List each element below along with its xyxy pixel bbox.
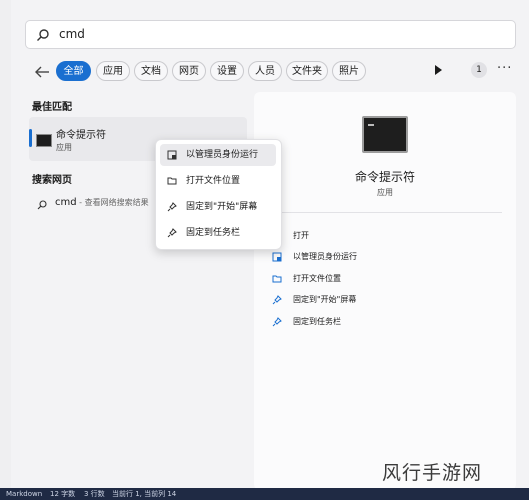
action-label: 固定到"开始"屏幕 [293, 295, 357, 304]
pin-icon [272, 317, 282, 327]
action-label: 以管理员身份运行 [293, 252, 357, 261]
status-mode: Markdown [6, 490, 43, 498]
menu-item-open-file-location[interactable]: 打开文件位置 [160, 170, 276, 192]
detail-subtitle: 应用 [377, 188, 393, 197]
tab-documents[interactable]: 文档 [134, 61, 168, 81]
status-cursor-position: 当前行 1, 当前列 14 [112, 490, 177, 498]
folder-icon [272, 275, 282, 283]
tab-settings[interactable]: 设置 [210, 61, 244, 81]
watermark: 风行手游网 [382, 462, 483, 484]
tab-web[interactable]: 网页 [172, 61, 206, 81]
play-icon[interactable] [435, 65, 442, 75]
detail-title: 命令提示符 [354, 170, 415, 184]
menu-item-label: 固定到"开始"屏幕 [186, 202, 258, 212]
command-prompt-icon [36, 134, 52, 147]
pin-icon [272, 295, 282, 305]
action-label: 打开 [293, 231, 309, 240]
menu-item-run-as-admin[interactable]: 以管理员身份运行 [160, 144, 276, 166]
divider [268, 212, 502, 213]
search-icon [37, 200, 47, 210]
menu-item-pin-to-start[interactable]: 固定到"开始"屏幕 [160, 196, 276, 218]
tab-folders[interactable]: 文件夹 [286, 61, 328, 81]
search-input[interactable]: cmd [59, 27, 85, 41]
status-line-count: 3 行数 [84, 490, 105, 498]
detail-pane: 命令提示符 应用 打开 以管理员身份运行 打开文件位置 固定到"开始"屏幕 固定… [254, 92, 516, 490]
shield-icon [272, 252, 282, 262]
tab-photos[interactable]: 照片 [332, 61, 366, 81]
action-label: 固定到任务栏 [293, 317, 341, 326]
search-box[interactable]: cmd [25, 20, 516, 49]
more-options-icon[interactable]: ··· [497, 61, 512, 76]
menu-item-label: 固定到任务栏 [186, 228, 241, 238]
pin-icon [167, 228, 177, 238]
web-search-hint: - 查看网络搜索结果 [76, 198, 149, 207]
pin-icon [167, 202, 177, 212]
filter-bar: 全部 应用 文档 网页 设置 人员 文件夹 照片 1 ··· [30, 60, 520, 84]
back-arrow-icon[interactable] [32, 62, 52, 82]
shield-icon [167, 150, 177, 160]
best-match-heading: 最佳匹配 [32, 102, 72, 113]
status-word-count: 12 字数 [50, 490, 76, 498]
command-prompt-large-icon [362, 116, 408, 153]
tab-apps[interactable]: 应用 [96, 61, 130, 81]
menu-item-label: 打开文件位置 [186, 176, 241, 186]
best-match-title: 命令提示符 [56, 130, 106, 141]
folder-icon [167, 177, 177, 185]
web-search-query: cmd [55, 197, 77, 208]
best-match-subtitle: 应用 [56, 143, 72, 152]
context-menu: 以管理员身份运行 打开文件位置 固定到"开始"屏幕 固定到任务栏 [155, 139, 282, 250]
action-label: 打开文件位置 [293, 274, 341, 283]
tab-people[interactable]: 人员 [248, 61, 282, 81]
menu-item-pin-to-taskbar[interactable]: 固定到任务栏 [160, 222, 276, 244]
tab-all[interactable]: 全部 [56, 61, 91, 81]
menu-item-label: 以管理员身份运行 [186, 150, 259, 160]
search-icon [37, 29, 49, 41]
web-search-heading: 搜索网页 [32, 175, 72, 186]
selection-indicator [29, 129, 32, 147]
editor-status-bar: Markdown 12 字数 3 行数 当前行 1, 当前列 14 [0, 488, 529, 500]
result-count-badge[interactable]: 1 [471, 62, 487, 78]
